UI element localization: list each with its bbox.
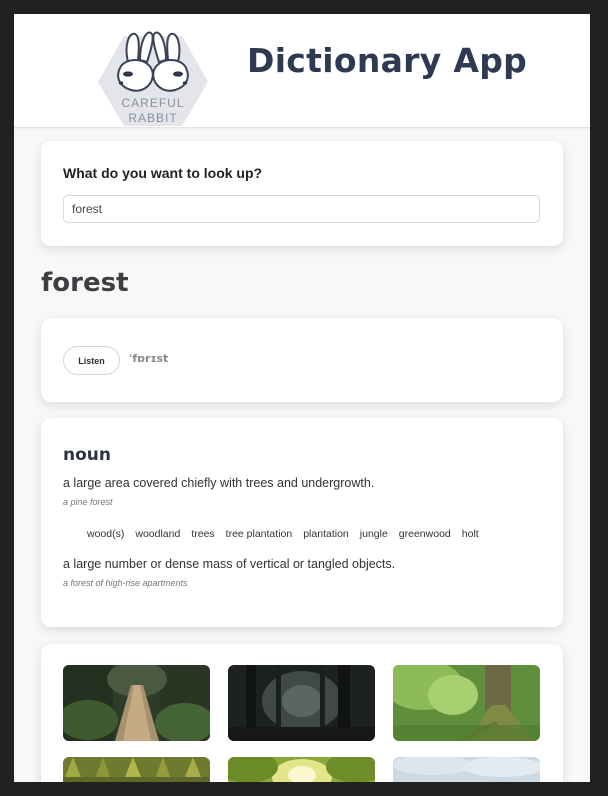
logo-text-bottom: RABBIT (128, 111, 177, 125)
synonym-item[interactable]: tree plantation (226, 528, 293, 540)
app-header: CAREFUL RABBIT Dictionary App (14, 14, 590, 128)
definitions-card: noun a large area covered chiefly with t… (41, 418, 563, 627)
search-input[interactable] (63, 195, 540, 223)
synonym-item[interactable]: jungle (360, 528, 388, 540)
search-label: What do you want to look up? (63, 165, 263, 181)
synonym-item[interactable]: woodland (135, 528, 180, 540)
app-title: Dictionary App (247, 41, 528, 80)
synonym-item[interactable]: greenwood (399, 528, 451, 540)
synonym-item[interactable]: trees (191, 528, 214, 540)
image-gallery-card (41, 644, 563, 782)
logo-text-top: CAREFUL (121, 96, 184, 110)
synonym-item[interactable]: plantation (303, 528, 349, 540)
forest-boardwalk-photo[interactable] (63, 665, 210, 741)
sunlit-canopy-photo[interactable] (228, 757, 375, 782)
listen-button[interactable]: Listen (63, 346, 120, 375)
careful-rabbit-logo: CAREFUL RABBIT (98, 31, 208, 126)
definition-example: a pine forest (63, 497, 113, 507)
synonym-list: wood(s) woodland trees tree plantation p… (87, 528, 479, 540)
mossy-tree-roots-photo[interactable] (393, 665, 540, 741)
search-card: What do you want to look up? (41, 141, 563, 246)
synonym-item[interactable]: holt (462, 528, 479, 540)
definition-text: a large area covered chiefly with trees … (63, 476, 375, 490)
definition-text: a large number or dense mass of vertical… (63, 557, 396, 571)
dark-misty-forest-photo[interactable] (228, 665, 375, 741)
pale-sky-forest-photo[interactable] (393, 757, 540, 782)
part-of-speech: noun (63, 445, 111, 465)
pronunciation-card: Listen ˈfɒrɪst (41, 318, 563, 402)
result-word: forest (41, 268, 129, 298)
definition-example: a forest of high-rise apartments (63, 578, 188, 588)
phonetic-text: ˈfɒrɪst (129, 352, 169, 365)
app-window: CAREFUL RABBIT Dictionary App What do yo… (14, 14, 590, 782)
synonym-item[interactable]: wood(s) (87, 528, 124, 540)
pine-treetops-photo[interactable] (63, 757, 210, 782)
